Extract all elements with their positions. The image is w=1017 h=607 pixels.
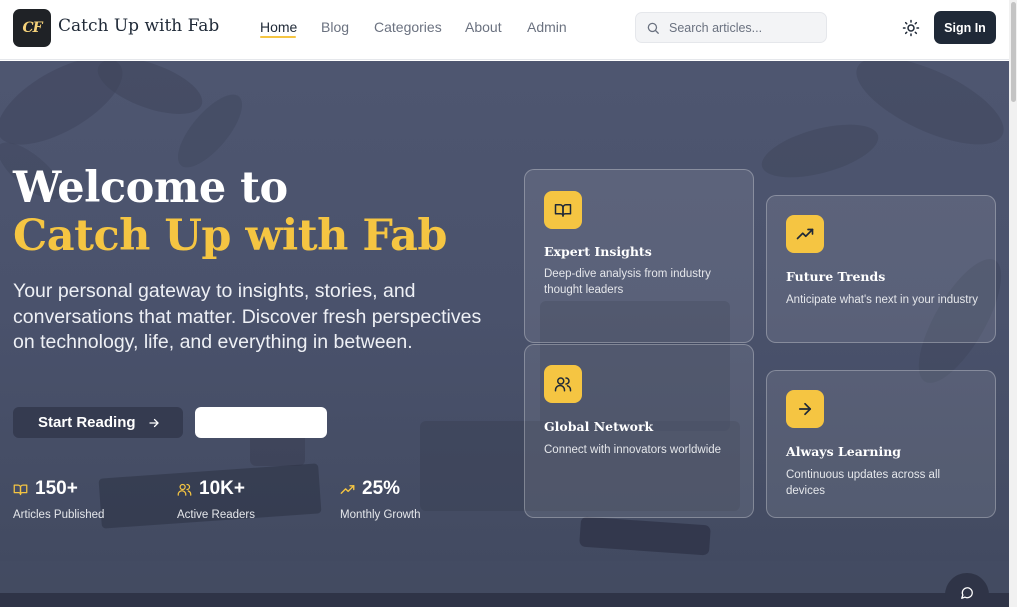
stat-value: 10K+ [199,478,245,499]
search-box[interactable] [635,12,827,43]
book-open-icon [554,204,572,217]
scrollbar-thumb[interactable] [1011,2,1016,102]
hero-description: Your personal gateway to insights, stori… [13,280,482,353]
hero-title-line1: Welcome to [13,163,288,213]
search-icon [647,22,659,34]
card-icon-box [786,390,824,428]
nav-about[interactable]: About [465,19,502,35]
nav-home[interactable]: Home [260,19,297,35]
trending-up-icon [796,228,814,240]
stat-value: 25% [362,478,401,499]
nav-admin[interactable]: Admin [527,19,567,35]
stat-label: Active Readers [177,509,255,521]
stat-value: 150+ [35,478,78,499]
hero-bottom-edge [0,593,1009,607]
nav-blog[interactable]: Blog [321,19,349,35]
stat-label: Articles Published [13,509,105,521]
feature-card-expert-insights[interactable]: Expert Insights Deep-dive analysis from … [524,169,754,343]
sun-icon[interactable] [902,19,920,37]
stat-readers: 10K+ Active Readers [177,478,255,521]
feature-card-global-network[interactable]: Global Network Connect with innovators w… [524,344,754,518]
card-title: Global Network [544,419,654,434]
chat-bubble-icon [961,587,973,599]
card-title: Expert Insights [544,244,652,259]
arrow-right-icon [148,418,159,427]
start-reading-button[interactable]: Start Reading [13,407,183,438]
trending-up-icon [340,484,355,494]
card-icon-box [544,191,582,229]
logo[interactable]: CF [13,9,51,47]
card-description: Connect with innovators worldwide [544,444,722,456]
users-icon [177,483,192,496]
feature-card-always-learning[interactable]: Always Learning Continuous updates acros… [766,370,996,518]
start-reading-label: Start Reading [38,414,136,431]
top-navbar: CF Catch Up with Fab Home Blog Categorie… [0,0,1009,60]
card-title: Future Trends [786,269,886,284]
stat-growth: 25% Monthly Growth [340,478,421,521]
card-icon-box [544,365,582,403]
card-icon-box [786,215,824,253]
arrow-right-icon [798,402,812,416]
card-description: Anticipate what's next in your industry [786,294,979,306]
logo-mark: CF [22,20,42,36]
users-icon [554,377,572,392]
card-description: Deep-dive analysis from industry thought… [544,268,711,296]
stat-articles: 150+ Articles Published [13,478,104,521]
card-title: Always Learning [786,444,902,459]
nav-active-indicator [260,36,296,38]
sign-in-button[interactable]: Sign In [934,11,996,44]
card-description: Continuous updates across all devices [786,469,941,497]
hero-title-line2: Catch Up with Fab [13,211,447,261]
hero-section: Welcome to Catch Up with Fab Your person… [0,61,1009,607]
nav-categories[interactable]: Categories [374,19,442,35]
secondary-hero-button[interactable] [195,407,327,438]
book-open-icon [13,484,28,495]
site-name[interactable]: Catch Up with Fab [58,16,219,36]
stat-label: Monthly Growth [340,509,421,521]
search-input[interactable] [669,20,819,35]
feature-card-future-trends[interactable]: Future Trends Anticipate what's next in … [766,195,996,343]
